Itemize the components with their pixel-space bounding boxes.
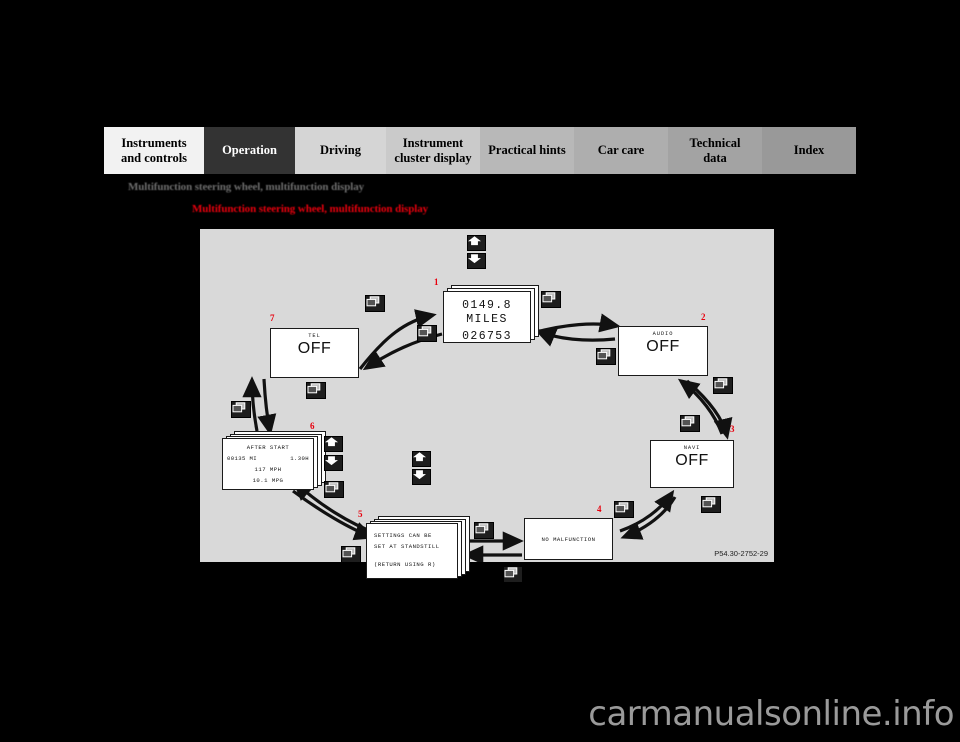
page-switch-button-icon[interactable] — [713, 377, 733, 394]
callout-2: 2 — [701, 312, 706, 322]
arrow-up-button-icon[interactable] — [324, 436, 343, 452]
figure-part-number: P54.30-2752-29 — [714, 549, 768, 558]
settings-line-3: (RETURN USING R) — [374, 561, 436, 568]
tab-practical-hints[interactable]: Practical hints — [480, 127, 574, 174]
tab-car-care[interactable]: Car care — [574, 127, 668, 174]
site-watermark: carmanualsonline.info — [588, 694, 954, 734]
callout-5: 5 — [358, 509, 363, 519]
tab-label: Index — [793, 143, 825, 158]
section-heading-gray: Multifunction steering wheel, multifunct… — [128, 181, 364, 193]
after-start-speed: 117 MPH — [254, 466, 282, 473]
audio-title: AUDIO — [652, 331, 674, 337]
arrow-up-button-icon[interactable] — [412, 451, 431, 467]
callout-3: 3 — [730, 424, 735, 434]
page-switch-button-icon[interactable] — [503, 566, 523, 583]
after-start-title: AFTER START — [246, 444, 290, 451]
settings-line-1: SETTINGS CAN BE — [374, 532, 432, 539]
tab-label: Operation — [222, 143, 277, 158]
page-switch-button-icon[interactable] — [417, 325, 437, 342]
no-malfunction-text: NO MALFUNCTION — [541, 535, 596, 543]
tel-title: TEL — [308, 333, 321, 339]
screen-audio[interactable]: AUDIO OFF — [618, 326, 708, 376]
arrow-down-button-icon[interactable] — [324, 455, 343, 471]
audio-value: OFF — [646, 338, 680, 355]
page-switch-button-icon[interactable] — [324, 481, 344, 498]
page-switch-button-icon[interactable] — [541, 291, 561, 308]
tab-index[interactable]: Index — [762, 127, 856, 174]
arrow-down-button-icon[interactable] — [467, 253, 486, 269]
tab-label: Driving — [320, 143, 361, 158]
navi-title: NAVI — [683, 445, 701, 451]
tab-label: Car care — [597, 143, 645, 158]
page-switch-button-icon[interactable] — [596, 348, 616, 365]
after-start-economy: 10.1 MPG — [252, 477, 284, 484]
arrow-down-button-icon[interactable] — [412, 469, 431, 485]
screen-no-malfunction[interactable]: NO MALFUNCTION — [524, 518, 613, 560]
multifunction-display-flow-diagram: 0149.8 MILES 026753 1 TEL OFF 7 AUDIO OF… — [200, 229, 774, 583]
page-switch-button-icon[interactable] — [365, 295, 385, 312]
settings-line-2: SET AT STANDSTILL — [374, 543, 440, 550]
tab-label: Instrument cluster display — [394, 136, 472, 165]
tab-operation[interactable]: Operation — [204, 127, 295, 174]
section-tab-bar: Instruments and controls Operation Drivi… — [104, 127, 856, 174]
tab-driving[interactable]: Driving — [295, 127, 386, 174]
page-switch-button-icon[interactable] — [614, 501, 634, 518]
callout-6: 6 — [310, 421, 315, 431]
tab-instruments-and-controls[interactable]: Instruments and controls — [104, 127, 204, 174]
after-start-hours: 1.30H — [290, 455, 309, 462]
after-start-distance: 00135 MI — [227, 455, 258, 462]
page-switch-button-icon[interactable] — [306, 382, 326, 399]
screen-settings[interactable]: SETTINGS CAN BE SET AT STANDSTILL (RETUR… — [366, 523, 458, 579]
flow-arrows — [242, 309, 733, 562]
callout-1: 1 — [434, 277, 439, 287]
tel-value: OFF — [297, 340, 332, 357]
page-switch-button-icon[interactable] — [701, 496, 721, 513]
screen-odometer[interactable]: 0149.8 MILES 026753 — [443, 291, 531, 343]
page-switch-button-icon[interactable] — [231, 401, 251, 418]
callout-4: 4 — [597, 504, 602, 514]
page-title-red: Multifunction steering wheel, multifunct… — [192, 203, 428, 215]
arrow-up-button-icon[interactable] — [467, 235, 486, 251]
navi-value: OFF — [675, 452, 709, 469]
screen-after-start[interactable]: AFTER START 00135 MI 1.30H 117 MPH 10.1 … — [222, 438, 314, 490]
odometer-unit-label: MILES — [466, 313, 508, 326]
odometer-total-value: 026753 — [462, 330, 512, 343]
screen-navi[interactable]: NAVI OFF — [650, 440, 734, 488]
tab-label: Instruments and controls — [120, 136, 188, 165]
callout-7: 7 — [270, 313, 275, 323]
tab-label: Technical data — [689, 136, 741, 165]
tab-label: Practical hints — [488, 143, 566, 158]
odometer-trip-value: 0149.8 — [462, 299, 512, 312]
tab-instrument-cluster-display[interactable]: Instrument cluster display — [386, 127, 480, 174]
tab-technical-data[interactable]: Technical data — [668, 127, 762, 174]
page-switch-button-icon[interactable] — [680, 415, 700, 432]
screen-tel[interactable]: TEL OFF — [270, 328, 359, 378]
page-switch-button-icon[interactable] — [474, 522, 494, 539]
page-switch-button-icon[interactable] — [341, 546, 361, 563]
